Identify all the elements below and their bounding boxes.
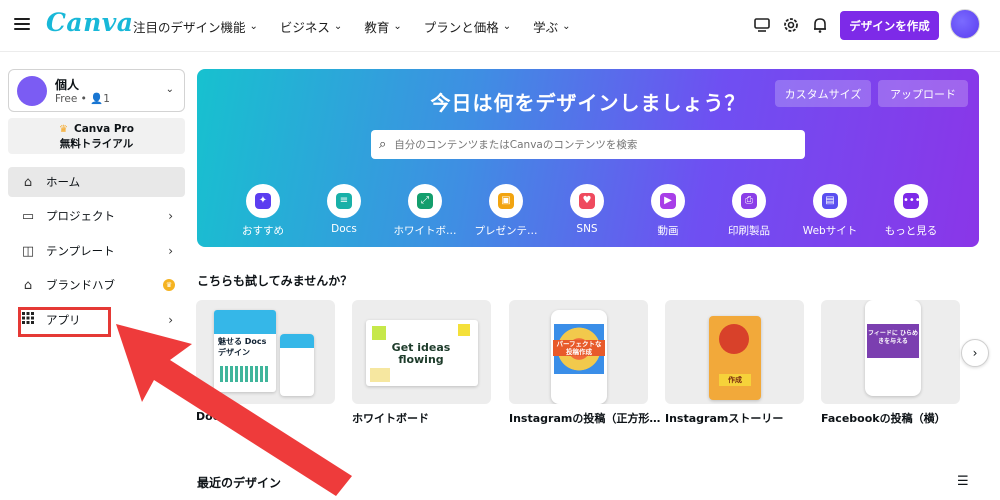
custom-size-button[interactable]: カスタムサイズ [775, 80, 871, 107]
hero-banner: 今日は何をデザインしましょう？ カスタムサイズ アップロード ⌕ ✦おすすめ ≡… [197, 69, 979, 247]
category-label: Docs [331, 223, 357, 235]
highlight-box [18, 307, 111, 337]
crown-badge-icon: ♛ [163, 279, 175, 291]
whiteboard-icon: ⤢ [408, 184, 442, 218]
category-label: Webサイト [802, 225, 858, 237]
search-icon: ⌕ [379, 137, 387, 152]
card-label: Facebookの投稿（横） [821, 412, 946, 425]
crown-icon: ♛ [59, 124, 68, 135]
thumb-text: 作成 [719, 374, 751, 386]
category-website[interactable]: ▤ Webサイト [790, 184, 870, 238]
account-switcher[interactable]: 個人 Free • 👤1 ⌄ [8, 69, 185, 112]
card-label: Instagramの投稿（正方形… [509, 412, 661, 425]
category-video[interactable]: ▶ 動画 [628, 184, 708, 238]
nav-label: 学ぶ [533, 20, 559, 35]
card-thumbnail: 作成 [665, 300, 804, 404]
sidebar-item-projects[interactable]: ▭ プロジェクト › [8, 201, 185, 231]
folder-icon: ▭ [21, 208, 35, 224]
sparkle-icon: ✦ [246, 184, 280, 218]
sidebar-item-label: プロジェクト [46, 209, 115, 223]
thumb-text: パーフェクトな 投稿作成 [553, 340, 605, 356]
category-label: プレゼンテ… [474, 225, 538, 237]
nav-label: 教育 [364, 20, 390, 35]
sidebar-item-templates[interactable]: ◫ テンプレート › [8, 236, 185, 266]
card-facebook-post[interactable]: フィードに ひらめきを与える Facebookの投稿（横） [821, 300, 960, 426]
chevron-down-icon: ⌄ [562, 21, 571, 32]
more-icon: ••• [894, 184, 928, 218]
carousel-next-button[interactable]: › [961, 339, 989, 367]
thumb-text: フィードに ひらめきを与える [867, 324, 919, 358]
category-label: SNS [576, 223, 598, 235]
search-input[interactable] [394, 138, 775, 151]
nav-learn[interactable]: 学ぶ ⌄ [533, 17, 570, 36]
create-design-button[interactable]: デザインを作成 [840, 11, 939, 40]
account-name: 個人 [55, 78, 80, 92]
template-icon: ◫ [21, 243, 35, 259]
category-recommended[interactable]: ✦ おすすめ [223, 184, 303, 238]
category-more[interactable]: ••• もっと見る [871, 184, 951, 238]
nav-label: プランと価格 [423, 20, 499, 35]
sidebar-item-home[interactable]: ⌂ ホーム [8, 167, 185, 197]
category-print[interactable]: ⎙ 印刷製品 [709, 184, 789, 238]
category-docs[interactable]: ≡ Docs [304, 184, 384, 235]
top-bar: Canva 注目のデザイン機能 ⌄ ビジネス ⌄ 教育 ⌄ プランと価格 ⌄ 学ぶ ⌄ デ… [0, 0, 1000, 52]
gear-icon[interactable] [781, 15, 801, 35]
chevron-down-icon: ⌄ [165, 84, 174, 95]
nav-label: ビジネス [279, 20, 330, 35]
category-label: ホワイトボ… [393, 225, 457, 237]
nav-featured[interactable]: 注目のデザイン機能 ⌄ [133, 17, 258, 36]
list-view-icon[interactable]: ☰ [957, 474, 969, 489]
chevron-right-icon: › [168, 209, 173, 223]
top-nav: 注目のデザイン機能 ⌄ ビジネス ⌄ 教育 ⌄ プランと価格 ⌄ 学ぶ ⌄ [133, 17, 593, 36]
menu-icon[interactable] [14, 16, 30, 32]
sidebar-item-brand-hub[interactable]: ⌂ ブランドハブ ♛ [8, 270, 185, 300]
trial-label: 無料トライアル [59, 138, 134, 150]
canva-logo[interactable]: Canva [46, 8, 134, 37]
nav-business[interactable]: ビジネス ⌄ [280, 17, 342, 36]
bell-icon[interactable] [810, 15, 830, 35]
category-label: おすすめ [242, 225, 284, 237]
heart-icon: ♥ [570, 184, 604, 218]
desktop-icon[interactable] [752, 15, 772, 35]
sidebar-item-label: テンプレート [46, 244, 115, 258]
home-icon: ⌂ [23, 174, 33, 190]
website-icon: ▤ [813, 184, 847, 218]
category-sns[interactable]: ♥ SNS [547, 184, 627, 235]
video-icon: ▶ [651, 184, 685, 218]
chevron-down-icon: ⌄ [502, 21, 512, 32]
nav-label: 注目のデザイン機能 [133, 20, 246, 35]
card-thumbnail: フィードに ひらめきを与える [821, 300, 960, 404]
category-whiteboard[interactable]: ⤢ ホワイトボ… [385, 184, 465, 238]
category-presentation[interactable]: ▣ プレゼンテ… [466, 184, 546, 238]
printer-icon: ⎙ [732, 184, 766, 218]
card-thumbnail: パーフェクトな 投稿作成 [509, 300, 648, 404]
sidebar-item-label: ブランドハブ [46, 278, 115, 292]
chevron-down-icon: ⌄ [333, 21, 343, 32]
docs-icon: ≡ [327, 184, 361, 218]
upload-button[interactable]: アップロード [878, 80, 968, 107]
brand-icon: ⌂ [23, 277, 33, 293]
chevron-right-icon: › [168, 244, 173, 258]
presentation-icon: ▣ [489, 184, 523, 218]
account-plan: Free • 👤1 [55, 93, 110, 105]
chevron-down-icon: ⌄ [393, 21, 402, 32]
annotation-arrow [116, 324, 352, 496]
section-title: こちらも試してみませんか？ [197, 274, 353, 288]
search-bar[interactable]: ⌕ [371, 130, 805, 159]
nav-education[interactable]: 教育 ⌄ [364, 17, 401, 36]
avatar [17, 76, 47, 106]
category-label: もっと見る [884, 225, 938, 237]
nav-pricing[interactable]: プランと価格 ⌄ [424, 17, 511, 36]
card-instagram-story[interactable]: 作成 Instagramストーリー [665, 300, 804, 426]
card-instagram-post[interactable]: パーフェクトな 投稿作成 Instagramの投稿（正方形… [509, 300, 660, 426]
pro-label: Canva Pro [74, 123, 134, 135]
card-label: Instagramストーリー [665, 412, 784, 425]
chevron-down-icon: ⌄ [249, 21, 258, 32]
avatar[interactable] [950, 9, 980, 39]
category-label: 印刷製品 [728, 225, 770, 237]
sidebar-item-label: ホーム [46, 175, 81, 189]
category-label: 動画 [657, 225, 679, 237]
pro-trial-button[interactable]: ♛ Canva Pro 無料トライアル [8, 118, 185, 154]
